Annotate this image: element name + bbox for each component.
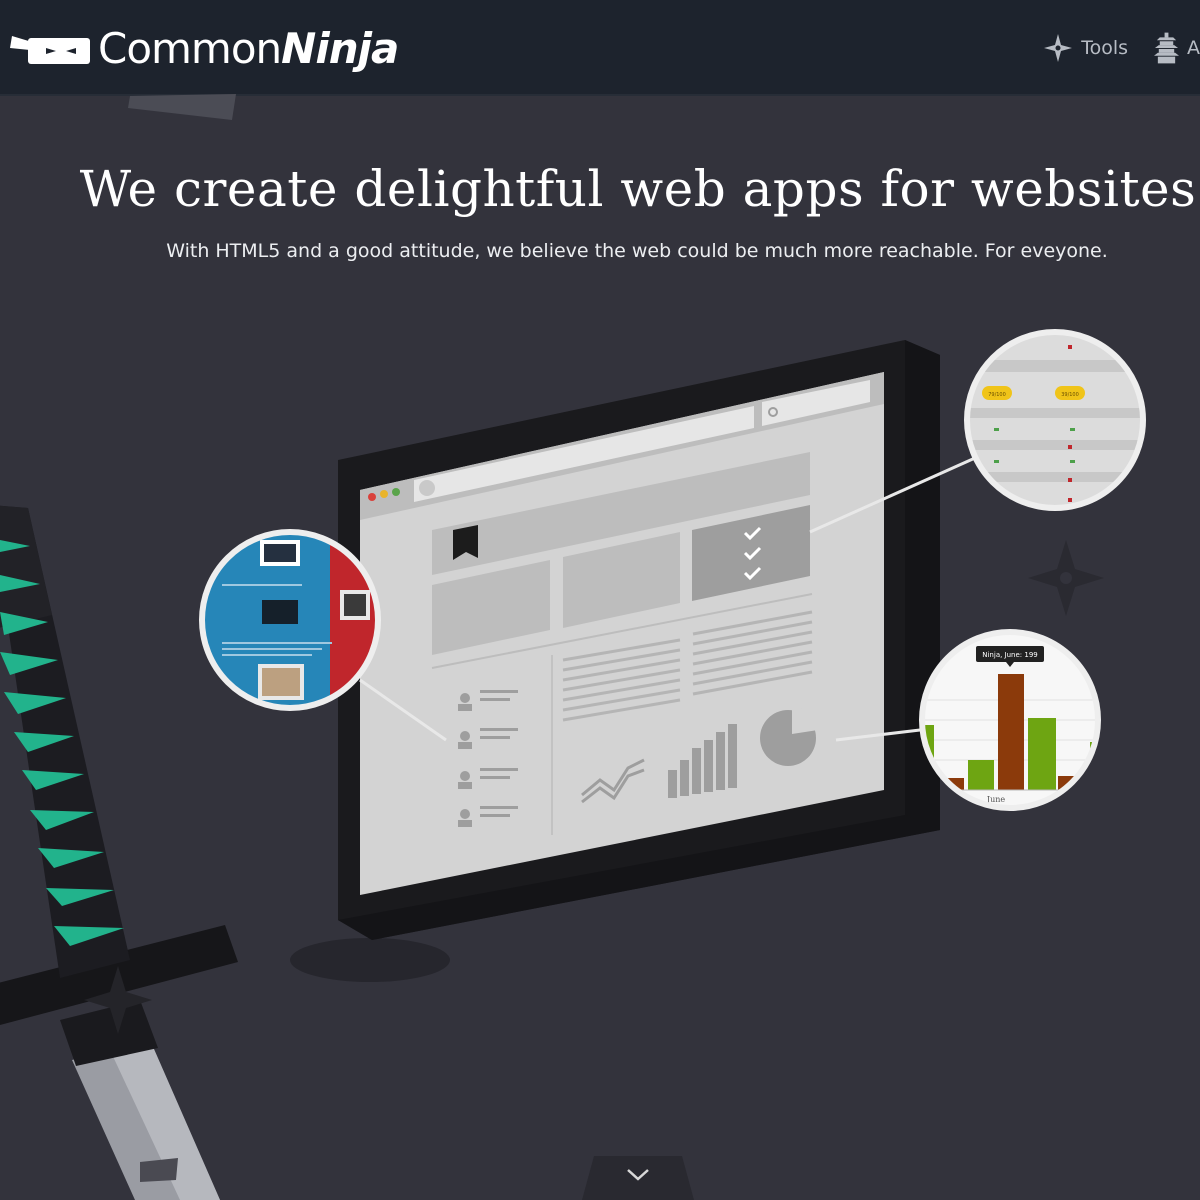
globe-icon — [419, 480, 435, 496]
monitor-illustration — [338, 340, 940, 940]
rating-badge-1: 79/100 — [988, 392, 1006, 398]
zoom-circle-ratings: 79/100 39/100 — [964, 329, 1146, 511]
hero-title: We create delightful web apps for websit… — [79, 160, 1197, 218]
rating-badge-2: 39/100 — [1061, 392, 1079, 398]
hero-subtitle: With HTML5 and a good attitude, we belie… — [166, 240, 1108, 262]
monitor-shadow — [290, 938, 450, 982]
zoom-circle-chart: Ninja, June: 199 June — [919, 629, 1101, 811]
zoom-circle-blog — [199, 529, 381, 711]
chart-tooltip: Ninja, June: 199 — [982, 651, 1038, 659]
floating-card-shape — [128, 94, 236, 120]
scroll-down-button[interactable] — [582, 1156, 694, 1200]
shuriken-decoration — [1028, 540, 1104, 616]
